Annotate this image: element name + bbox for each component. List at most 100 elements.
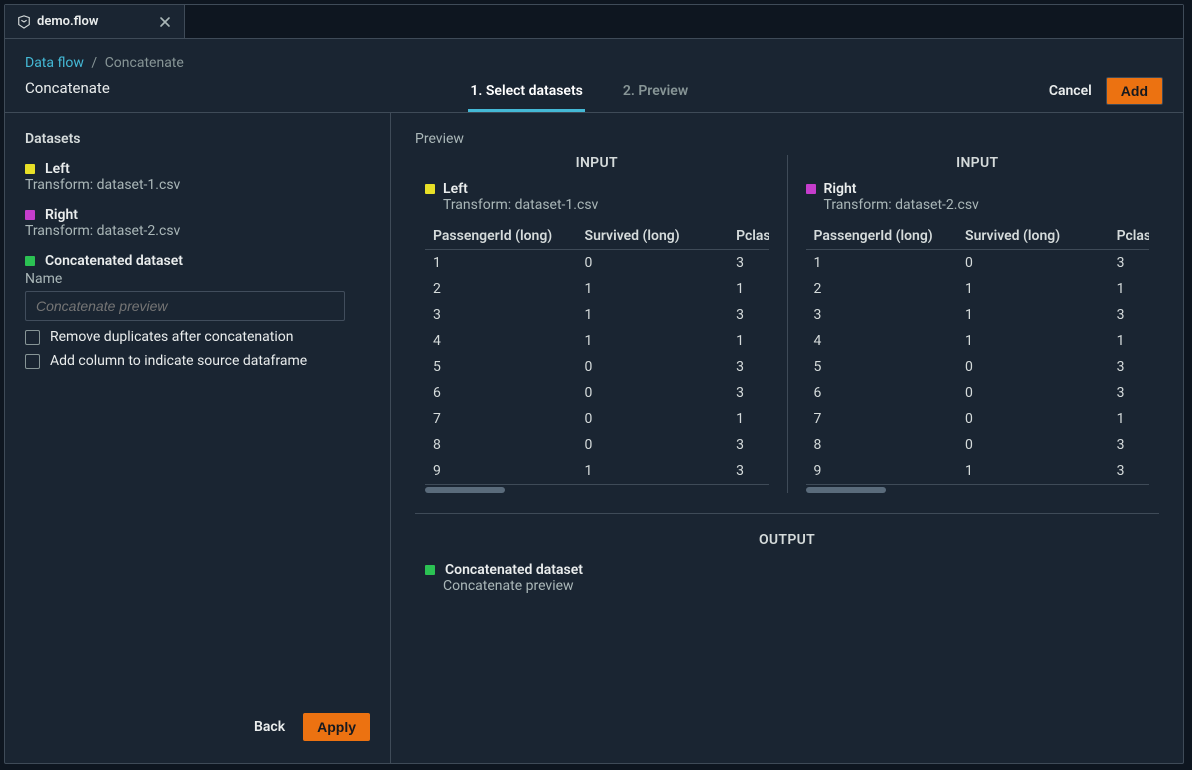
- table-cell: 0: [957, 250, 1109, 277]
- table-header-row: PassengerId (long) Survived (long) Pclas…: [425, 223, 769, 250]
- preview-heading: Preview: [415, 131, 1159, 147]
- dataset-concat: Concatenated dataset Name Remove duplica…: [25, 253, 370, 369]
- table-row: 411: [425, 328, 769, 354]
- app-logo-icon: [17, 15, 31, 29]
- table-cell: 1: [957, 302, 1109, 328]
- dataset-right-transform: Transform: dataset-2.csv: [25, 223, 370, 239]
- output-swatch-icon: [425, 565, 435, 575]
- col-pclass[interactable]: Pclass: [728, 223, 768, 250]
- table-cell: 3: [728, 380, 768, 406]
- table-cell: 3: [1109, 302, 1149, 328]
- table-cell: 1: [577, 328, 729, 354]
- breadcrumb: Data flow / Concatenate: [25, 55, 1163, 71]
- table-cell: 1: [577, 276, 729, 302]
- table-cell: 0: [957, 432, 1109, 458]
- horizontal-scrollbar[interactable]: [806, 487, 1150, 493]
- scrollbar-thumb[interactable]: [425, 487, 505, 493]
- tab-select-datasets[interactable]: 1. Select datasets: [468, 77, 584, 112]
- table-row: 503: [425, 354, 769, 380]
- table-cell: 1: [1109, 276, 1149, 302]
- add-column-checkbox[interactable]: [25, 354, 40, 369]
- step-tabs: 1. Select datasets 2. Preview: [468, 77, 690, 112]
- table-cell: 3: [1109, 432, 1149, 458]
- table-row: 211: [425, 276, 769, 302]
- table-cell: 3: [728, 250, 768, 277]
- dataset-left: Left Transform: dataset-1.csv: [25, 161, 370, 193]
- cancel-button[interactable]: Cancel: [1049, 83, 1092, 99]
- table-row: 701: [425, 406, 769, 432]
- table-cell: 9: [425, 458, 577, 485]
- left-panel-swatch-icon: [425, 184, 435, 194]
- table-row: 103: [806, 250, 1150, 277]
- table-cell: 5: [425, 354, 577, 380]
- col-survived[interactable]: Survived (long): [957, 223, 1109, 250]
- table-cell: 8: [425, 432, 577, 458]
- table-cell: 1: [957, 276, 1109, 302]
- table-row: 211: [806, 276, 1150, 302]
- input-panel-right: INPUT Right Transform: dataset-2.csv Pas…: [788, 155, 1160, 493]
- table-cell: 0: [577, 406, 729, 432]
- left-panel-transform: Transform: dataset-1.csv: [425, 197, 769, 213]
- table-cell: 1: [728, 276, 768, 302]
- right-panel-transform: Transform: dataset-2.csv: [806, 197, 1150, 213]
- table-cell: 1: [577, 458, 729, 485]
- remove-duplicates-checkbox[interactable]: [25, 330, 40, 345]
- table-row: 803: [806, 432, 1150, 458]
- right-panel-label: Right: [824, 181, 857, 197]
- scrollbar-thumb[interactable]: [806, 487, 886, 493]
- table-row: 103: [425, 250, 769, 277]
- add-button[interactable]: Add: [1106, 77, 1163, 105]
- horizontal-scrollbar[interactable]: [425, 487, 769, 493]
- table-row: 803: [425, 432, 769, 458]
- col-pclass[interactable]: Pclass: [1109, 223, 1149, 250]
- dataset-left-transform: Transform: dataset-1.csv: [25, 177, 370, 193]
- output-heading: OUTPUT: [415, 532, 1159, 548]
- add-column-row[interactable]: Add column to indicate source dataframe: [25, 353, 370, 369]
- col-survived[interactable]: Survived (long): [577, 223, 729, 250]
- remove-duplicates-row[interactable]: Remove duplicates after concatenation: [25, 329, 370, 345]
- breadcrumb-sep: /: [91, 55, 97, 71]
- table-row: 411: [806, 328, 1150, 354]
- input-panel-left: INPUT Left Transform: dataset-1.csv Pass…: [415, 155, 788, 493]
- left-panel-label: Left: [443, 181, 468, 197]
- table-row: 913: [806, 458, 1150, 485]
- table-cell: 0: [577, 432, 729, 458]
- breadcrumb-root[interactable]: Data flow: [25, 55, 84, 71]
- table-cell: 3: [1109, 354, 1149, 380]
- output-subtitle: Concatenate preview: [425, 578, 1159, 594]
- table-cell: 6: [806, 380, 958, 406]
- close-icon[interactable]: [158, 15, 172, 29]
- table-cell: 7: [806, 406, 958, 432]
- right-swatch-icon: [25, 210, 35, 220]
- tab-bar: demo.flow: [5, 5, 1183, 39]
- input-heading-left: INPUT: [425, 155, 769, 171]
- table-cell: 3: [728, 354, 768, 380]
- table-cell: 1: [728, 406, 768, 432]
- table-cell: 1: [957, 458, 1109, 485]
- table-cell: 0: [577, 250, 729, 277]
- table-cell: 3: [728, 432, 768, 458]
- table-cell: 2: [806, 276, 958, 302]
- apply-button[interactable]: Apply: [303, 713, 370, 741]
- tab-preview[interactable]: 2. Preview: [621, 77, 690, 112]
- table-cell: 3: [806, 302, 958, 328]
- table-cell: 0: [957, 380, 1109, 406]
- file-tab[interactable]: demo.flow: [5, 5, 185, 38]
- table-row: 603: [425, 380, 769, 406]
- left-swatch-icon: [25, 164, 35, 174]
- table-cell: 0: [957, 406, 1109, 432]
- table-cell: 1: [1109, 328, 1149, 354]
- table-cell: 3: [728, 302, 768, 328]
- table-cell: 0: [577, 380, 729, 406]
- table-cell: 5: [806, 354, 958, 380]
- col-passengerid[interactable]: PassengerId (long): [806, 223, 958, 250]
- table-cell: 3: [1109, 458, 1149, 485]
- table-cell: 1: [806, 250, 958, 277]
- concat-swatch-icon: [25, 256, 35, 266]
- table-row: 913: [425, 458, 769, 485]
- table-cell: 1: [425, 250, 577, 277]
- table-cell: 1: [957, 328, 1109, 354]
- col-passengerid[interactable]: PassengerId (long): [425, 223, 577, 250]
- back-button[interactable]: Back: [254, 719, 285, 735]
- concat-name-input[interactable]: [25, 291, 345, 321]
